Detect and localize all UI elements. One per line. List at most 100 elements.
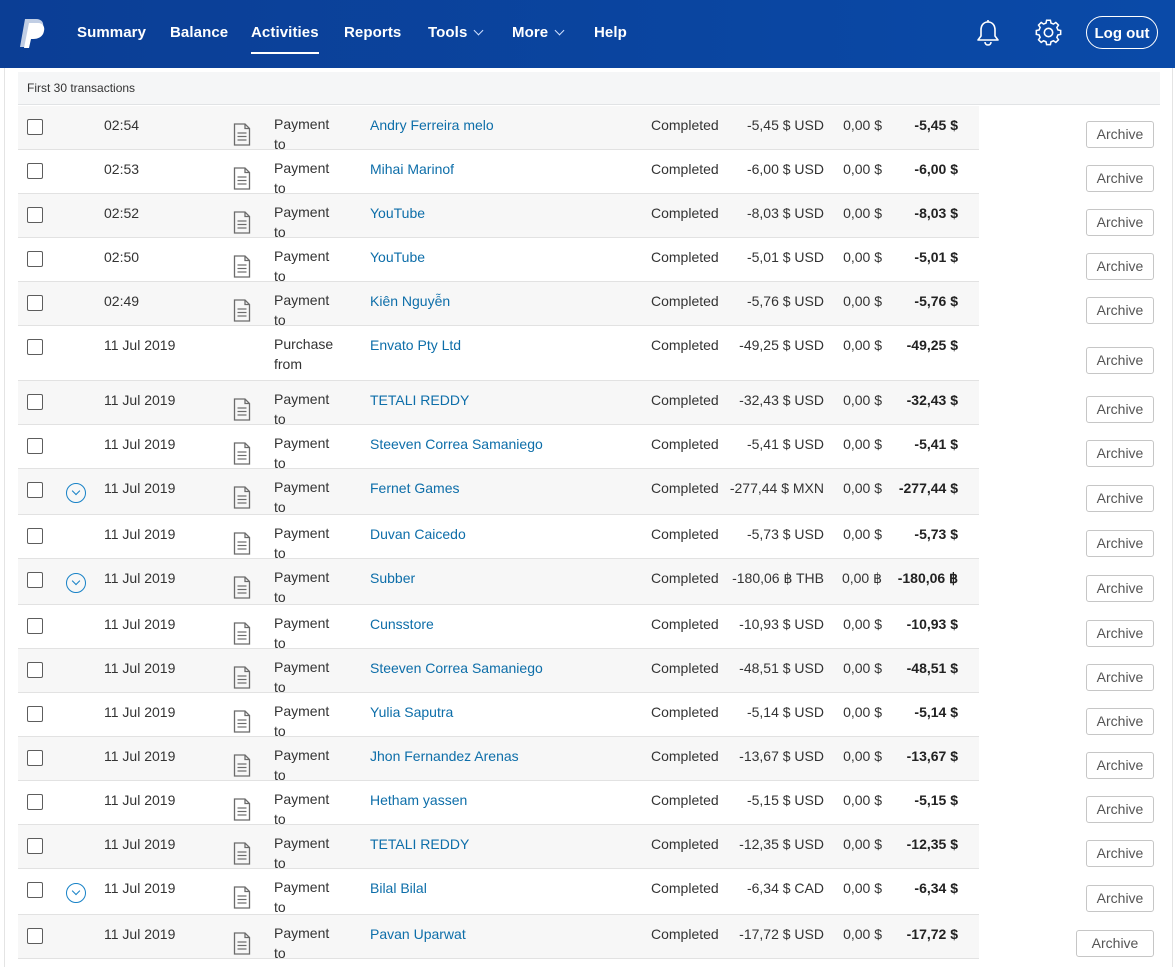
counterparty-link[interactable]: Steeven Correa Samaniego <box>370 660 543 676</box>
archive-button[interactable]: Archive <box>1086 297 1154 324</box>
transaction-row[interactable]: 11 Jul 2019 Payment to Fernet Games Complet… <box>18 469 979 515</box>
archive-button[interactable]: Archive <box>1086 485 1154 512</box>
nav-activities[interactable]: Activities <box>251 24 319 54</box>
counterparty-link[interactable]: Subber <box>370 570 415 586</box>
nav-balance[interactable]: Balance <box>170 24 228 41</box>
archive-button[interactable]: Archive <box>1086 620 1154 647</box>
row-checkbox[interactable] <box>27 618 43 634</box>
counterparty-link[interactable]: Pavan Uparwat <box>370 926 466 942</box>
transaction-row[interactable]: 11 Jul 2019 Payment to Jhon Fernandez Aren… <box>18 737 979 783</box>
nav-tools[interactable]: Tools <box>428 24 484 41</box>
transaction-status: Completed <box>651 660 719 676</box>
archive-button[interactable]: Archive <box>1086 253 1154 280</box>
counterparty-link[interactable]: Yulia Saputra <box>370 704 453 720</box>
expand-chevron-icon[interactable] <box>66 883 86 903</box>
transaction-row[interactable]: 11 Jul 2019 Payment to Hetham yassen Comple… <box>18 781 979 827</box>
transaction-row[interactable]: 11 Jul 2019 Payment to Yulia Saputra Comple… <box>18 693 979 739</box>
nav-help[interactable]: Help <box>594 24 627 41</box>
transaction-row[interactable]: 11 Jul 2019 Payment to Duvan Caicedo Comple… <box>18 515 979 561</box>
archive-button[interactable]: Archive <box>1086 575 1154 602</box>
transaction-row[interactable]: 11 Jul 2019 Payment to Steeven Correa Sama… <box>18 649 979 695</box>
counterparty-link[interactable]: Jhon Fernandez Arenas <box>370 748 519 764</box>
row-checkbox[interactable] <box>27 163 43 179</box>
counterparty-link[interactable]: YouTube <box>370 249 425 265</box>
nav-more[interactable]: More <box>512 24 565 41</box>
counterparty-link[interactable]: Andry Ferreira melo <box>370 117 494 133</box>
row-checkbox[interactable] <box>27 394 43 410</box>
row-checkbox[interactable] <box>27 838 43 854</box>
document-icon <box>233 710 251 733</box>
archive-button[interactable]: Archive <box>1086 530 1154 557</box>
transaction-row[interactable]: 11 Jul 2019 Payment to TETALI REDDY Complet… <box>18 825 979 871</box>
counterparty-link[interactable]: TETALI REDDY <box>370 836 469 852</box>
row-checkbox[interactable] <box>27 750 43 766</box>
transaction-row[interactable]: 02:49 Payment to Kiên Nguyễn Completed -5,76… <box>18 282 979 328</box>
archive-button[interactable]: Archive <box>1086 664 1154 691</box>
paypal-logo-icon[interactable] <box>18 17 46 49</box>
row-checkbox[interactable] <box>27 482 43 498</box>
transaction-status: Completed <box>651 880 719 896</box>
archive-button[interactable]: Archive <box>1086 885 1154 912</box>
row-checkbox[interactable] <box>27 794 43 810</box>
archive-button[interactable]: Archive <box>1076 930 1154 957</box>
row-checkbox[interactable] <box>27 119 43 135</box>
logout-label: Log out <box>1094 25 1150 42</box>
transaction-row[interactable]: 11 Jul 2019 Payment to Steeven Correa Sama… <box>18 425 979 471</box>
gross-amount: -32,43 $ USD <box>739 392 824 408</box>
nav-summary[interactable]: Summary <box>77 24 146 41</box>
gear-icon[interactable] <box>1035 19 1062 46</box>
archive-button[interactable]: Archive <box>1086 209 1154 236</box>
expand-chevron-icon[interactable] <box>66 573 86 593</box>
counterparty-link[interactable]: Steeven Correa Samaniego <box>370 436 543 452</box>
transaction-row[interactable]: 11 Jul 2019 Payment to Bilal Bilal Complete… <box>18 869 979 915</box>
archive-button[interactable]: Archive <box>1086 796 1154 823</box>
transaction-row[interactable]: 11 Jul 2019 Payment to TETALI REDDY Complet… <box>18 381 979 427</box>
gross-amount: -8,03 $ USD <box>746 205 824 221</box>
counterparty-link[interactable]: TETALI REDDY <box>370 392 469 408</box>
row-checkbox[interactable] <box>27 882 43 898</box>
transaction-type: Payment to <box>274 615 330 651</box>
transaction-row[interactable]: 11 Jul 2019 Payment to Subber Completed -180… <box>18 559 979 605</box>
transaction-row[interactable]: 11 Jul 2019 Purchase from Envato Pty Ltd Co… <box>18 326 979 381</box>
transaction-row[interactable]: 02:52 Payment to YouTube Completed -8,03 $ U… <box>18 194 979 240</box>
transaction-row[interactable]: 02:53 Payment to Mihai Marinof Completed -6,… <box>18 150 979 196</box>
bell-icon[interactable] <box>975 19 1001 47</box>
counterparty-link[interactable]: Hetham yassen <box>370 792 467 808</box>
row-checkbox[interactable] <box>27 438 43 454</box>
counterparty-link[interactable]: YouTube <box>370 205 425 221</box>
transaction-row[interactable]: 11 Jul 2019 Payment to Cunsstore Completed -… <box>18 605 979 651</box>
archive-button[interactable]: Archive <box>1086 121 1154 148</box>
expand-chevron-icon[interactable] <box>66 483 86 503</box>
archive-button[interactable]: Archive <box>1086 396 1154 423</box>
counterparty-link[interactable]: Bilal Bilal <box>370 880 427 896</box>
archive-button[interactable]: Archive <box>1086 347 1154 374</box>
transaction-row[interactable]: 02:54 Payment to Andry Ferreira melo Comple… <box>18 106 979 152</box>
row-checkbox[interactable] <box>27 339 43 355</box>
row-checkbox[interactable] <box>27 572 43 588</box>
counterparty-link[interactable]: Mihai Marinof <box>370 161 454 177</box>
archive-button[interactable]: Archive <box>1086 840 1154 867</box>
archive-button[interactable]: Archive <box>1086 708 1154 735</box>
archive-button[interactable]: Archive <box>1086 752 1154 779</box>
row-checkbox[interactable] <box>27 662 43 678</box>
row-checkbox[interactable] <box>27 207 43 223</box>
archive-button[interactable]: Archive <box>1086 440 1154 467</box>
nav-reports[interactable]: Reports <box>344 24 401 41</box>
row-checkbox[interactable] <box>27 528 43 544</box>
counterparty-link[interactable]: Kiên Nguyễn <box>370 293 450 309</box>
archive-button[interactable]: Archive <box>1086 165 1154 192</box>
net-amount: -5,76 $ <box>914 293 958 309</box>
document-icon <box>233 932 251 955</box>
counterparty-link[interactable]: Cunsstore <box>370 616 434 632</box>
row-checkbox[interactable] <box>27 251 43 267</box>
row-checkbox[interactable] <box>27 295 43 311</box>
row-checkbox[interactable] <box>27 928 43 944</box>
logout-button[interactable]: Log out <box>1086 16 1158 49</box>
counterparty-link[interactable]: Fernet Games <box>370 480 459 496</box>
counterparty-link[interactable]: Envato Pty Ltd <box>370 337 461 353</box>
transaction-row[interactable]: 02:50 Payment to YouTube Completed -5,01 $ U… <box>18 238 979 284</box>
fee-amount: 0,00 $ <box>843 436 882 452</box>
counterparty-link[interactable]: Duvan Caicedo <box>370 526 466 542</box>
row-checkbox[interactable] <box>27 706 43 722</box>
transaction-row[interactable]: 11 Jul 2019 Payment to Pavan Uparwat Comple… <box>18 915 979 961</box>
